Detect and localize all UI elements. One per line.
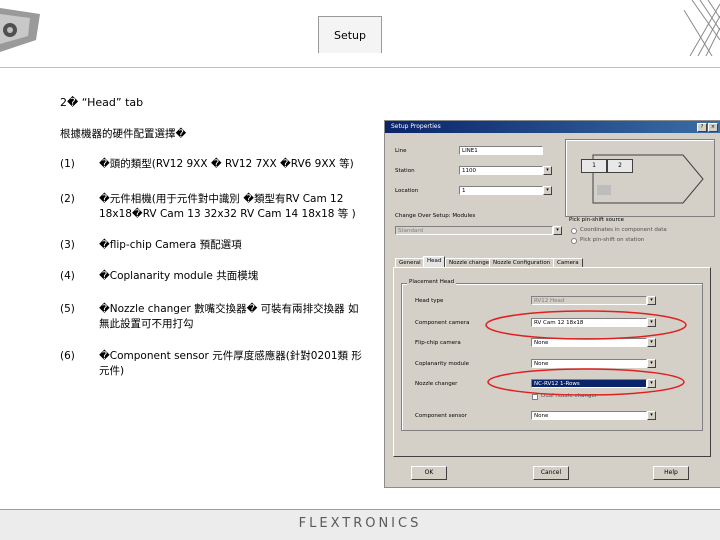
item-number: (3) bbox=[60, 239, 75, 251]
dialog-title: Setup Properties bbox=[391, 123, 441, 130]
dual-nozzle-changer-label: Dual nozzle changer bbox=[541, 393, 598, 399]
ok-button[interactable]: OK bbox=[411, 466, 447, 480]
nozzle-changer-dropdown-icon[interactable]: ▾ bbox=[647, 379, 656, 388]
setup-properties-dialog: Setup Properties ? × Line LINE1 Station … bbox=[384, 120, 720, 488]
slide-intro: 根據機器的硬件配置選擇� bbox=[60, 128, 187, 140]
item-text: �頭的類型(RV12 9XX � RV12 7XX �RV6 9XX 等) bbox=[99, 158, 354, 170]
item-text: �Coplanarity module 共面模塊 bbox=[99, 270, 259, 282]
radio-station-label: Pick pin-shift on station bbox=[580, 237, 645, 243]
change-over-dropdown-icon[interactable]: ▾ bbox=[553, 226, 562, 235]
coplanarity-module-label: Coplanarity module bbox=[415, 361, 470, 367]
placement-head-group-title: Placement Head bbox=[407, 279, 457, 285]
item-number: (4) bbox=[60, 270, 75, 282]
grid-pattern-icon bbox=[683, 0, 720, 57]
coplanarity-module-field[interactable]: None bbox=[531, 359, 647, 368]
cancel-button[interactable]: Cancel bbox=[533, 466, 569, 480]
item-number: (5) bbox=[60, 303, 75, 315]
slide-title: 2� “Head” tab bbox=[60, 96, 144, 109]
head-type-label: Head type bbox=[415, 298, 444, 304]
dialog-title-bar: Setup Properties bbox=[385, 121, 720, 133]
location-field[interactable]: 1 bbox=[459, 186, 543, 195]
component-camera-dropdown-icon[interactable]: ▾ bbox=[647, 318, 656, 327]
component-camera-label: Component camera bbox=[415, 320, 470, 326]
item-text: �flip-chip Camera 預配選項 bbox=[99, 239, 242, 251]
head-type-dropdown-icon[interactable]: ▾ bbox=[647, 296, 656, 305]
radio-station[interactable] bbox=[571, 238, 577, 244]
head-type-field[interactable]: RV12 Head bbox=[531, 296, 647, 305]
flip-chip-camera-field[interactable]: None bbox=[531, 338, 647, 347]
station-box-1: 1 bbox=[581, 159, 607, 173]
item-number: (1) bbox=[60, 158, 75, 170]
nozzle-changer-label: Nozzle changer bbox=[415, 381, 458, 387]
change-over-label: Change Over Setup: Modules bbox=[395, 213, 476, 219]
nozzle-changer-field[interactable]: NC-RV12 1-Rows bbox=[531, 379, 647, 388]
change-over-field[interactable]: Standard bbox=[395, 226, 553, 235]
component-sensor-field[interactable]: None bbox=[531, 411, 647, 420]
line-label: Line bbox=[395, 148, 407, 154]
item-text: �元件相機(用于元件對中識別 �類型有RV Cam 12 18x18�RV Ca… bbox=[99, 193, 356, 220]
item-text: �Nozzle changer 數嘴交換器� 可裝有兩排交換器 如無此設置可不用… bbox=[99, 303, 359, 330]
help-title-button[interactable]: ? bbox=[697, 123, 707, 132]
station-box-2: 2 bbox=[607, 159, 633, 173]
component-camera-field[interactable]: RV Cam 12 18x18 bbox=[531, 318, 647, 327]
location-dropdown-icon[interactable]: ▾ bbox=[543, 186, 552, 195]
header-divider bbox=[0, 67, 720, 68]
line-field[interactable]: LINE1 bbox=[459, 146, 543, 155]
location-label: Location bbox=[395, 188, 419, 194]
component-sensor-dropdown-icon[interactable]: ▾ bbox=[647, 411, 656, 420]
station-field[interactable]: 1100 bbox=[459, 166, 543, 175]
flip-chip-camera-label: Flip-chip camera bbox=[415, 340, 461, 346]
component-sensor-label: Component sensor bbox=[415, 413, 467, 419]
tab-setup[interactable]: Setup bbox=[318, 16, 382, 53]
flip-chip-camera-dropdown-icon[interactable]: ▾ bbox=[647, 338, 656, 347]
pick-group-title: Pick pin-shift source bbox=[569, 217, 625, 223]
station-dropdown-icon[interactable]: ▾ bbox=[543, 166, 552, 175]
help-button[interactable]: Help bbox=[653, 466, 689, 480]
projector-logo-icon bbox=[0, 8, 40, 52]
dual-nozzle-changer-checkbox[interactable] bbox=[532, 394, 538, 400]
radio-coordinates-label: Coordinates in component data bbox=[580, 227, 667, 233]
item-number: (6) bbox=[60, 350, 75, 362]
coplanarity-module-dropdown-icon[interactable]: ▾ bbox=[647, 359, 656, 368]
item-number: (2) bbox=[60, 193, 75, 205]
station-label: Station bbox=[395, 168, 415, 174]
radio-coordinates[interactable] bbox=[571, 228, 577, 234]
close-title-button[interactable]: × bbox=[708, 123, 718, 132]
brand-logo: FLEXTRONICS bbox=[298, 516, 422, 531]
station-arrow-diagram bbox=[592, 154, 704, 204]
item-text: �Component sensor 元件厚度感應器(針對0201類 形元件) bbox=[99, 350, 362, 377]
